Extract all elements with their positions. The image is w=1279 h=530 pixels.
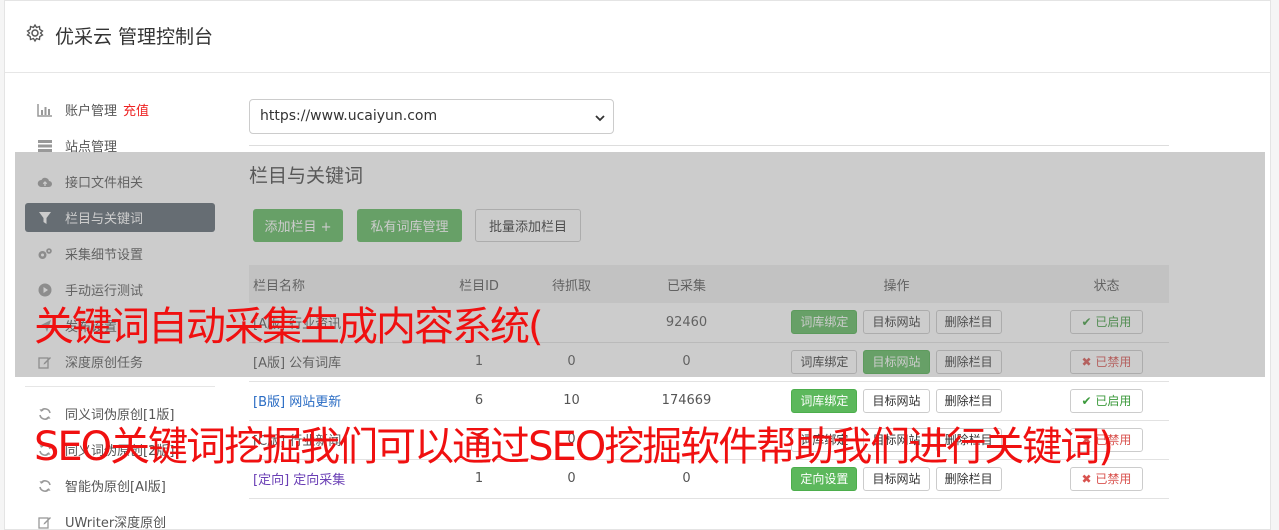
close-icon: ✖ [1081, 471, 1096, 486]
sidebar-item-ai-original[interactable]: 智能伪原创[AI版] [25, 471, 215, 500]
divider [249, 145, 1169, 146]
target-site-button[interactable]: 目标网站 [863, 388, 930, 413]
overlay-headline: 关键词自动采集生成内容系统( [34, 304, 544, 350]
delete-column-button[interactable]: 删除栏目 [935, 388, 1002, 413]
chevron-down-icon [595, 111, 605, 122]
sidebar-item-label: 智能伪原创[AI版] [65, 480, 166, 495]
version-tag: [B版] [253, 395, 286, 410]
version-tag: [定向] [253, 473, 290, 488]
sidebar-item-uwriter[interactable]: UWriter深度原创 [25, 507, 215, 530]
status-toggle[interactable]: ✔ 已启用 [1070, 388, 1143, 413]
column-name-text: 网站更新 [289, 395, 342, 410]
overlay-subline: SEO关键词挖掘我们可以通过SEO挖掘软件帮助我们进行关键词) [34, 424, 1114, 470]
edit-icon [37, 514, 53, 530]
site-select[interactable]: https://www.ucaiyun.com [249, 99, 614, 134]
status-label: 已禁用 [1095, 471, 1132, 486]
recharge-link[interactable]: 充值 [123, 100, 149, 119]
bar-chart-icon [37, 102, 53, 118]
bind-lib-button[interactable]: 词库绑定 [791, 388, 858, 413]
sidebar-item-label: UWriter深度原创 [65, 516, 167, 530]
gear-icon [25, 23, 45, 43]
page-title: 优采云 管理控制台 [55, 26, 214, 48]
sidebar-item-account[interactable]: 账户管理 充值 [25, 95, 215, 124]
refresh-icon [37, 478, 53, 494]
status-label: 已启用 [1095, 393, 1132, 408]
site-select-value: https://www.ucaiyun.com [260, 108, 438, 124]
sidebar-divider [25, 386, 215, 387]
sidebar-item-label: 账户管理 [65, 104, 118, 119]
top-bar: 优采云 管理控制台 [5, 1, 1270, 73]
check-icon: ✔ [1081, 393, 1096, 408]
column-name-text: 定向采集 [293, 473, 346, 488]
